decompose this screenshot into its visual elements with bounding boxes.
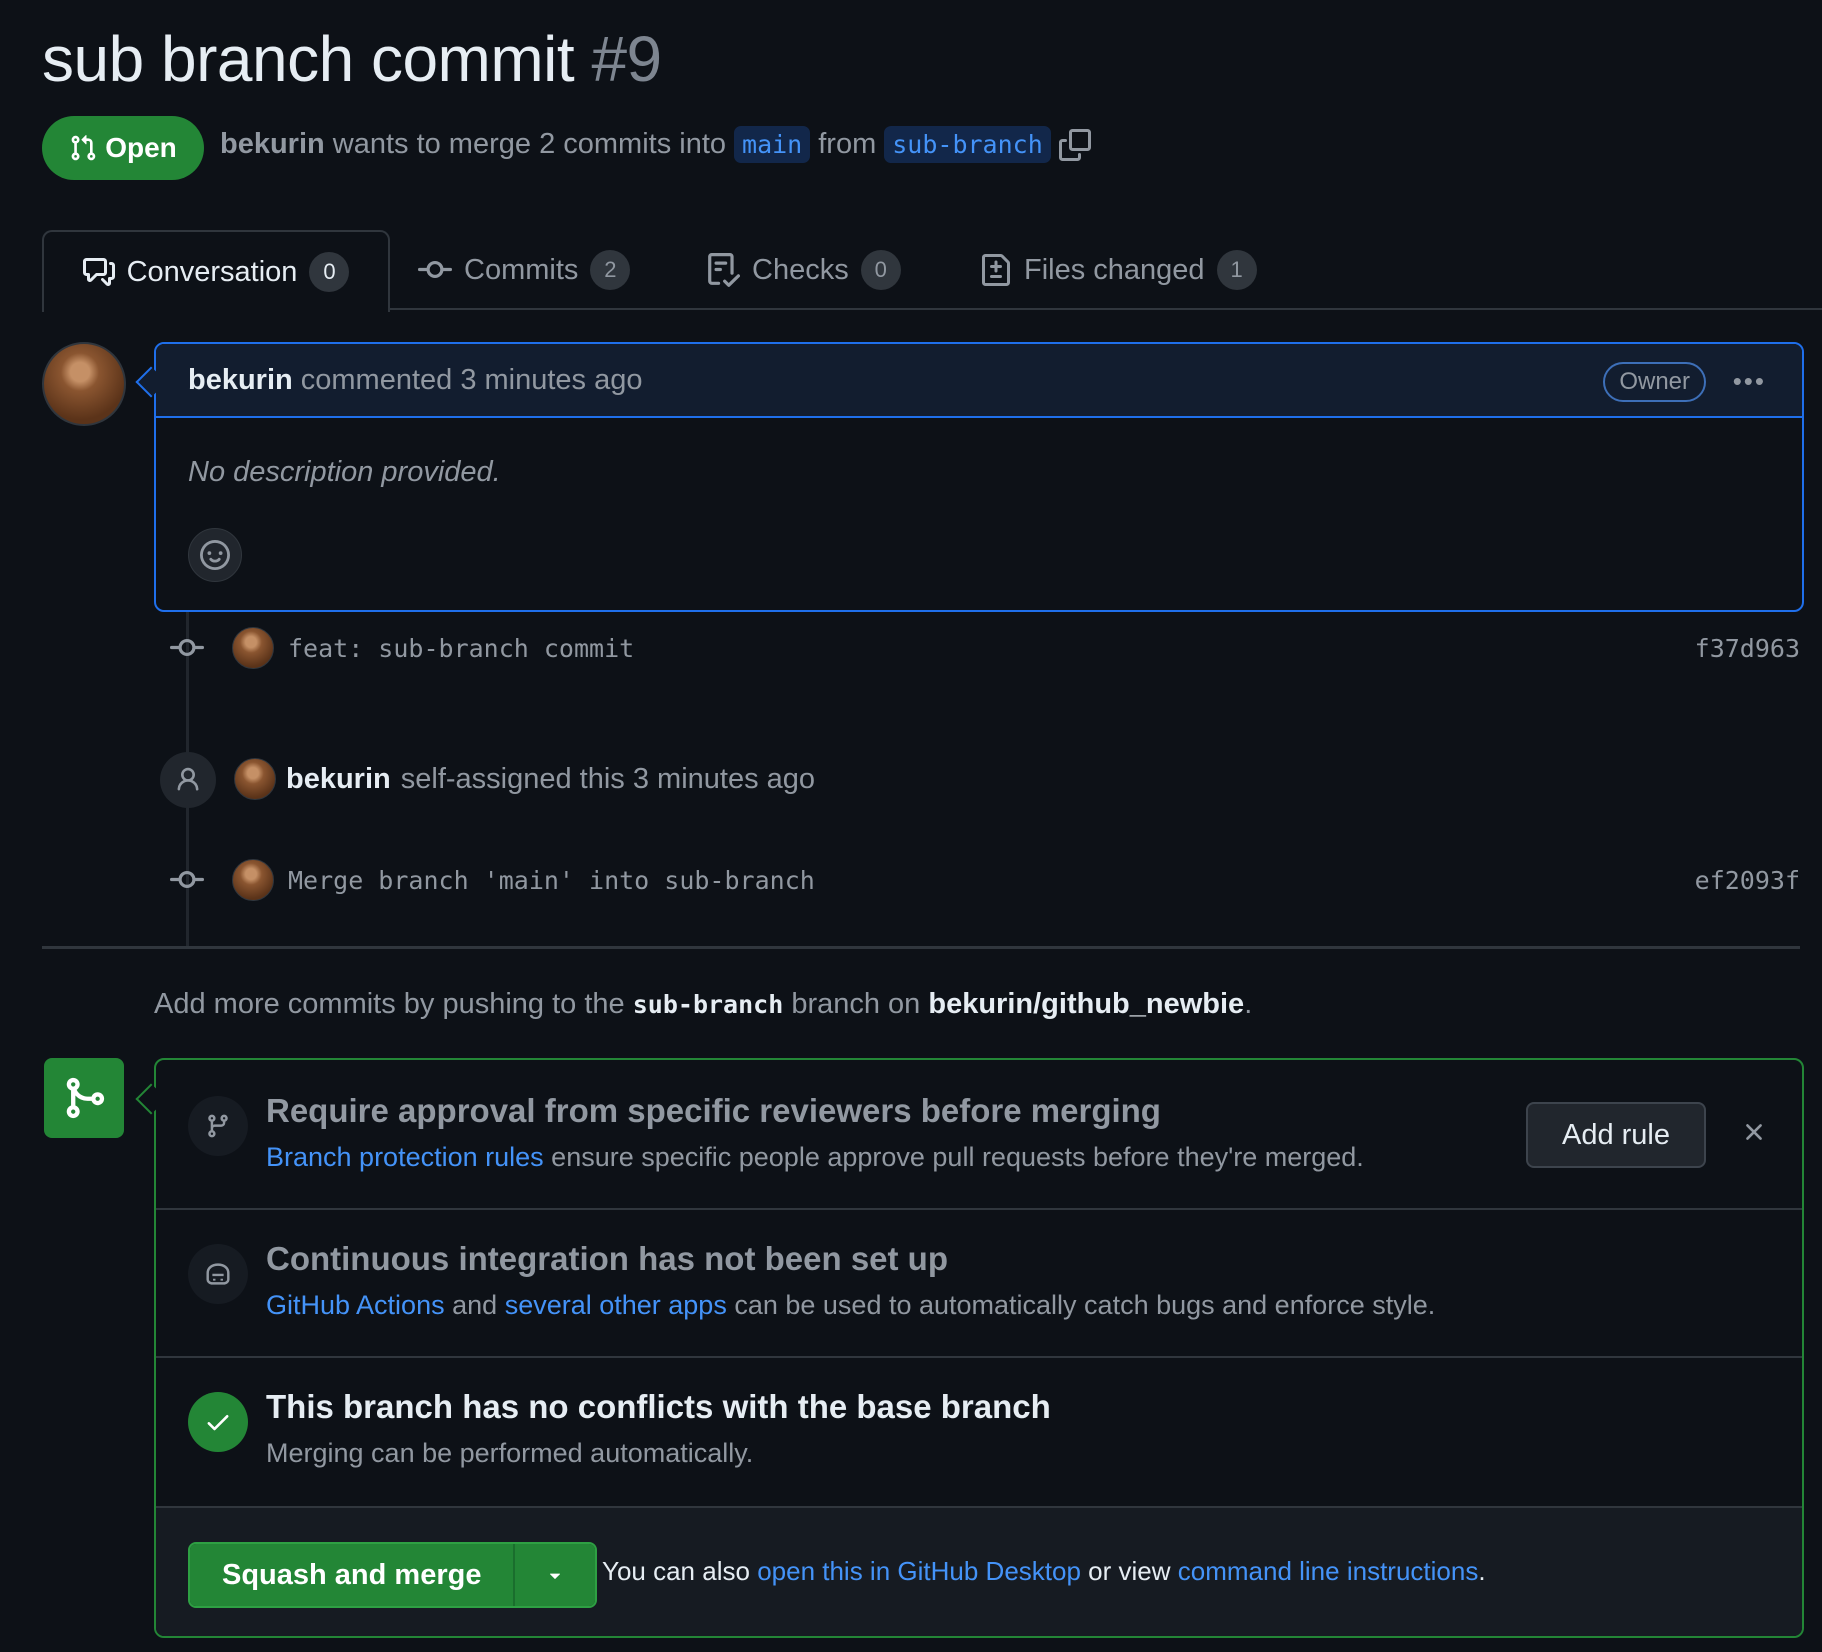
comment-header: bekurin commented 3 minutes ago Owner ••…: [156, 344, 1802, 418]
branch-icon-badge: [188, 1096, 248, 1156]
copilot-icon: [206, 1263, 230, 1285]
comment-action[interactable]: commented 3 minutes ago: [301, 364, 643, 397]
tab-files-changed-count: 1: [1216, 250, 1257, 290]
copy-icon[interactable]: [1058, 128, 1091, 161]
commit-sha[interactable]: f37d963: [1695, 634, 1800, 663]
pr-author-link[interactable]: bekurin: [220, 128, 325, 161]
tab-checks-label: Checks: [752, 253, 849, 286]
tab-commits-label: Commits: [464, 253, 579, 286]
owner-badge: Owner: [1603, 362, 1706, 402]
conflicts-section: This branch has no conflicts with the ba…: [156, 1356, 1802, 1508]
also-text: You can also: [602, 1556, 750, 1586]
conflicts-title: This branch has no conflicts with the ba…: [266, 1388, 1051, 1425]
github-desktop-link[interactable]: open this in GitHub Desktop: [757, 1556, 1081, 1586]
pull-request-icon: [71, 135, 96, 161]
tab-files-changed[interactable]: Files changed 1: [980, 230, 1257, 310]
pr-state-label: Open: [105, 132, 177, 163]
smiley-icon: [200, 540, 230, 570]
add-reaction-button[interactable]: [188, 528, 242, 582]
command-line-link[interactable]: command line instructions: [1178, 1556, 1479, 1586]
tab-commits[interactable]: Commits 2: [418, 230, 631, 310]
tab-checks-count: 0: [860, 250, 901, 290]
push-hint-suffix: .: [1244, 988, 1253, 1020]
add-rule-button[interactable]: Add rule: [1526, 1102, 1706, 1168]
comment-discussion-icon: [82, 258, 115, 286]
timeline-commit: Merge branch 'main' into sub-branch: [170, 858, 815, 902]
ci-and: and: [452, 1290, 498, 1320]
ci-text: GitHub Actions and several other apps ca…: [266, 1290, 1435, 1321]
reviewers-title: Require approval from specific reviewers…: [266, 1092, 1161, 1129]
git-merge-icon-badge: [44, 1058, 124, 1138]
git-merge-icon: [66, 1077, 105, 1119]
triangle-down-icon: [550, 1573, 561, 1579]
comment-box: bekurin commented 3 minutes ago Owner ••…: [154, 342, 1804, 612]
merge-alternatives: You can also open this in GitHub Desktop…: [602, 1556, 1486, 1587]
check-icon-badge: [188, 1392, 248, 1452]
timeline-event: bekurin self-assigned this 3 minutes ago: [234, 758, 815, 800]
head-branch[interactable]: sub-branch: [884, 126, 1051, 163]
commit-icon: [170, 638, 204, 656]
push-hint-prefix: Add more commits by pushing to the: [154, 988, 625, 1020]
commit-icon: [418, 260, 452, 278]
branch-protection-link[interactable]: Branch protection rules: [266, 1142, 544, 1172]
close-icon[interactable]: [1740, 1118, 1768, 1146]
tab-files-changed-label: Files changed: [1024, 253, 1205, 286]
commit-message[interactable]: feat: sub-branch commit: [288, 634, 634, 663]
avatar[interactable]: [42, 342, 126, 426]
comment-author[interactable]: bekurin: [188, 364, 293, 397]
ci-title: Continuous integration has not been set …: [266, 1240, 948, 1277]
checklist-icon: [708, 253, 740, 287]
tab-conversation-label: Conversation: [126, 255, 298, 288]
github-actions-link[interactable]: GitHub Actions: [266, 1290, 445, 1320]
person-icon-badge: [160, 752, 216, 808]
git-branch-icon: [208, 1114, 228, 1138]
timeline-divider: [42, 946, 1800, 949]
tab-commits-count: 2: [590, 250, 631, 290]
commit-sha[interactable]: ef2093f: [1695, 866, 1800, 895]
kebab-menu-icon[interactable]: •••: [1733, 366, 1766, 397]
pr-merge-text: wants to merge 2 commits into: [332, 128, 727, 160]
push-hint-branch: sub-branch: [632, 990, 784, 1019]
tab-checks[interactable]: Checks 0: [706, 230, 901, 310]
push-hint-repo: bekurin/github_newbie: [928, 988, 1245, 1020]
merge-button-group: Squash and merge: [188, 1542, 598, 1608]
squash-and-merge-button[interactable]: Squash and merge: [190, 1544, 514, 1606]
event-text: self-assigned this 3 minutes ago: [400, 762, 816, 795]
pr-title: sub branch commit #9: [42, 22, 662, 96]
ci-icon-badge: [188, 1244, 248, 1304]
commit-message[interactable]: Merge branch 'main' into sub-branch: [288, 866, 815, 895]
or-view-text: or view: [1088, 1556, 1171, 1586]
pr-title-text: sub branch commit: [42, 23, 575, 95]
reviewers-text: Branch protection rules ensure specific …: [266, 1142, 1364, 1173]
reviewers-section: Require approval from specific reviewers…: [156, 1060, 1802, 1210]
ci-description: can be used to automatically catch bugs …: [734, 1290, 1436, 1320]
event-actor[interactable]: bekurin: [286, 763, 391, 796]
end-period: .: [1478, 1556, 1486, 1586]
merge-box: Require approval from specific reviewers…: [154, 1058, 1804, 1638]
avatar[interactable]: [232, 859, 274, 901]
base-branch[interactable]: main: [734, 126, 811, 163]
avatar[interactable]: [232, 627, 274, 669]
push-hint-middle: branch on: [791, 988, 921, 1020]
person-icon: [177, 767, 199, 791]
avatar[interactable]: [234, 758, 276, 800]
comment-body: No description provided.: [188, 456, 501, 488]
other-apps-link[interactable]: several other apps: [505, 1290, 727, 1320]
pr-from-text: from: [818, 128, 877, 160]
file-diff-icon: [982, 254, 1010, 286]
commit-icon: [170, 870, 204, 888]
pr-number: #9: [591, 23, 662, 95]
ci-section: Continuous integration has not been set …: [156, 1208, 1802, 1358]
pr-state-badge: Open: [42, 116, 204, 180]
timeline-commit: feat: sub-branch commit: [170, 626, 634, 670]
tab-conversation[interactable]: Conversation 0: [42, 230, 390, 312]
merge-footer: Squash and merge You can also open this …: [156, 1508, 1802, 1636]
pr-meta: bekurin wants to merge 2 commits into ma…: [220, 126, 1091, 163]
reviewers-description: ensure specific people approve pull requ…: [551, 1142, 1364, 1172]
push-hint: Add more commits by pushing to the sub-b…: [154, 988, 1252, 1021]
merge-method-dropdown[interactable]: [513, 1544, 596, 1606]
check-icon: [207, 1415, 229, 1431]
tab-conversation-count: 0: [309, 252, 350, 292]
conflicts-text: Merging can be performed automatically.: [266, 1438, 754, 1468]
